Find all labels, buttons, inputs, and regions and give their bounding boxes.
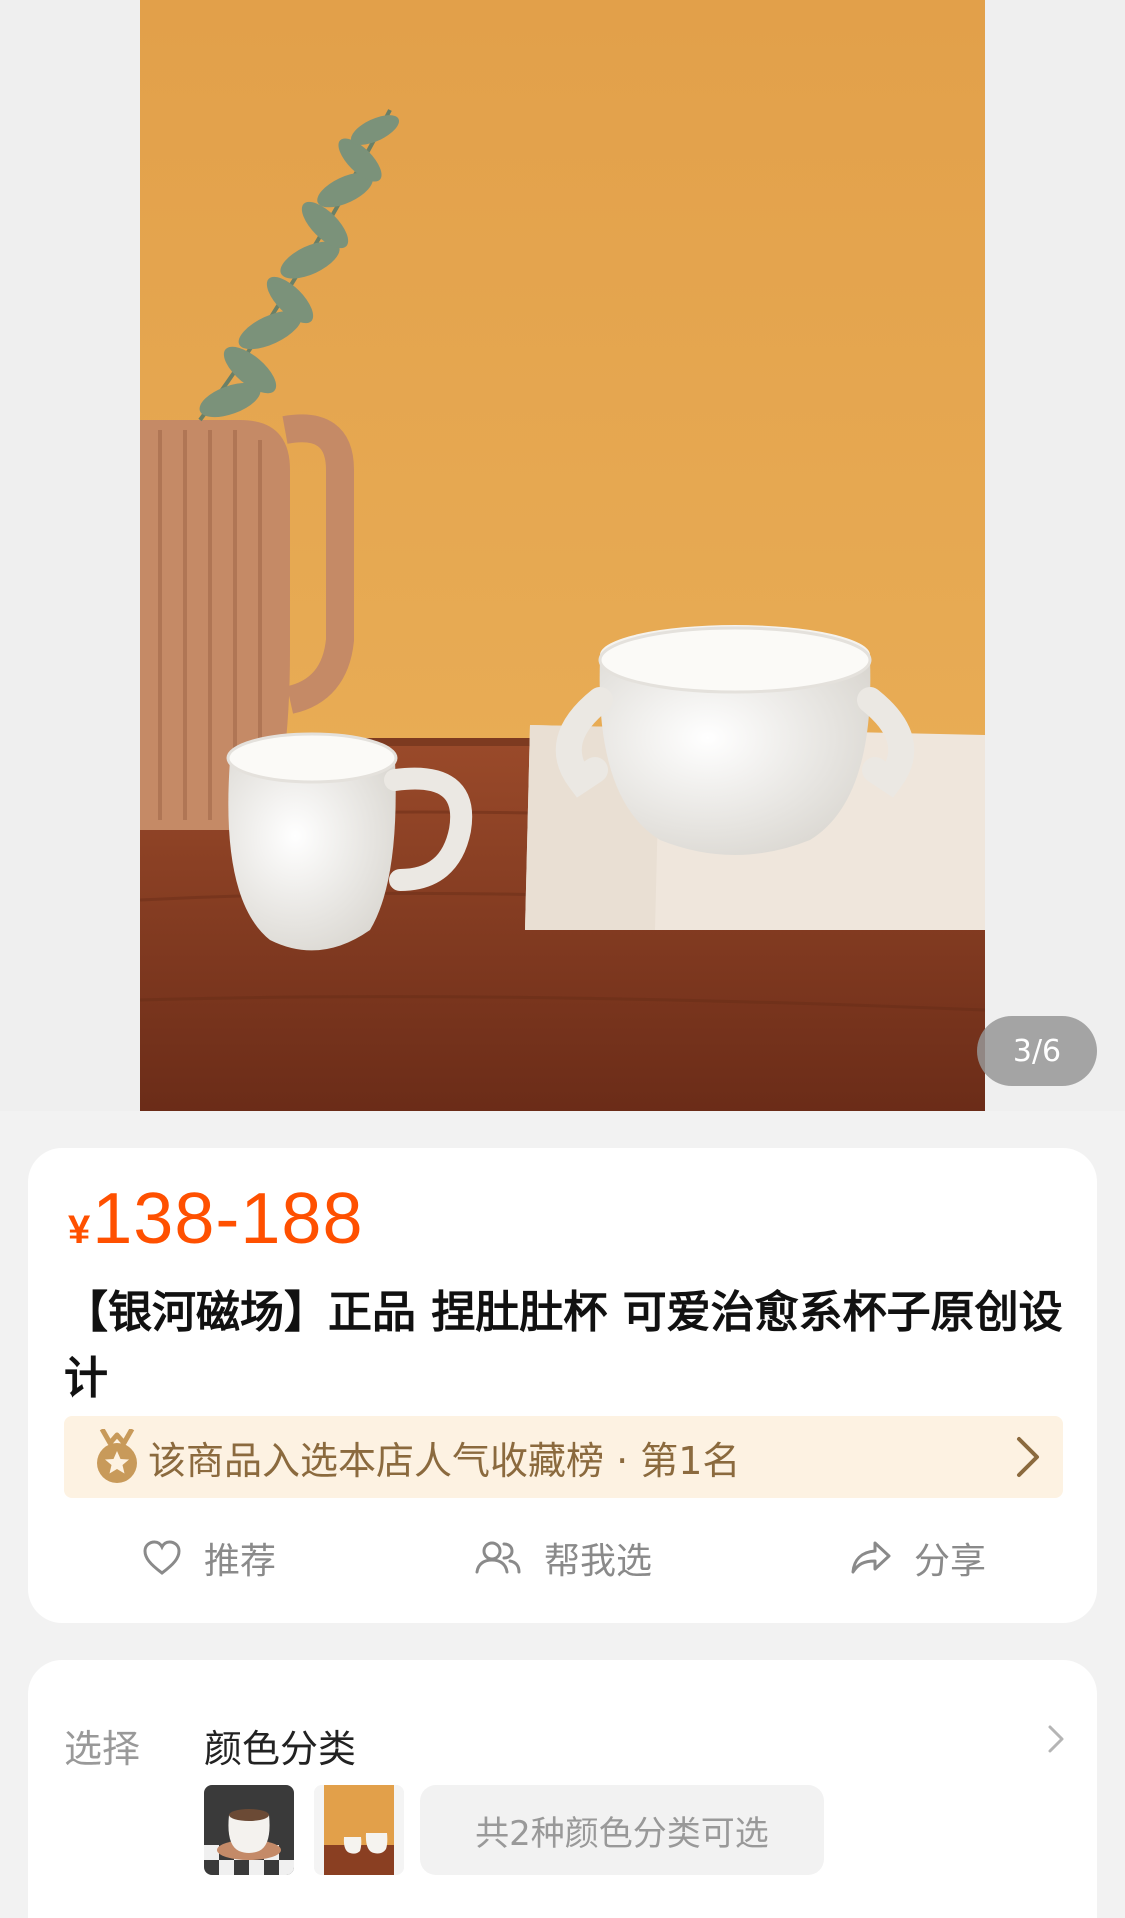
share-label: 分享: [914, 1541, 987, 1582]
sku-count-pill[interactable]: 共2种颜色分类可选: [420, 1785, 824, 1875]
rank-text: 该商品入选本店人气收藏榜 · 第1名: [148, 1438, 741, 1483]
page-indicator: 3/6: [977, 1016, 1097, 1086]
sku-thumbnail[interactable]: [314, 1785, 404, 1875]
price-range: 138-188: [92, 1179, 364, 1259]
recommend-button[interactable]: 推荐: [142, 1513, 276, 1603]
image-gallery[interactable]: 3/6: [0, 0, 1125, 1111]
people-icon: [475, 1541, 521, 1574]
sku-select-label: 选择: [64, 1727, 141, 1771]
chevron-right-icon: [1047, 1724, 1065, 1754]
heart-icon: [143, 1540, 181, 1575]
product-photo[interactable]: [140, 0, 985, 1111]
help-me-choose-label: 帮我选: [544, 1541, 653, 1582]
sku-select-card[interactable]: 选择 颜色分类 共2种颜色分类可选: [28, 1660, 1097, 1918]
share-icon: [851, 1541, 891, 1574]
medal-icon: [94, 1427, 140, 1485]
sku-thumbnail[interactable]: [204, 1785, 294, 1875]
sku-option-name: 颜色分类: [204, 1727, 357, 1771]
chevron-right-icon: [1015, 1436, 1041, 1478]
share-button[interactable]: 分享: [850, 1513, 986, 1603]
help-me-choose-button[interactable]: 帮我选: [474, 1513, 652, 1603]
recommend-label: 推荐: [204, 1541, 277, 1582]
product-info-card: ¥ 138-188 【银河磁场】正品 捏肚肚杯 可爱治愈系杯子原创设计 该商品入…: [28, 1148, 1097, 1623]
action-row: 推荐 帮我选 分享: [28, 1513, 1097, 1603]
product-title: 【银河磁场】正品 捏肚肚杯 可爱治愈系杯子原创设计: [64, 1287, 1063, 1404]
price: ¥ 138-188: [68, 1178, 363, 1260]
rank-banner[interactable]: 该商品入选本店人气收藏榜 · 第1名: [64, 1416, 1063, 1498]
currency-symbol: ¥: [68, 1208, 91, 1252]
